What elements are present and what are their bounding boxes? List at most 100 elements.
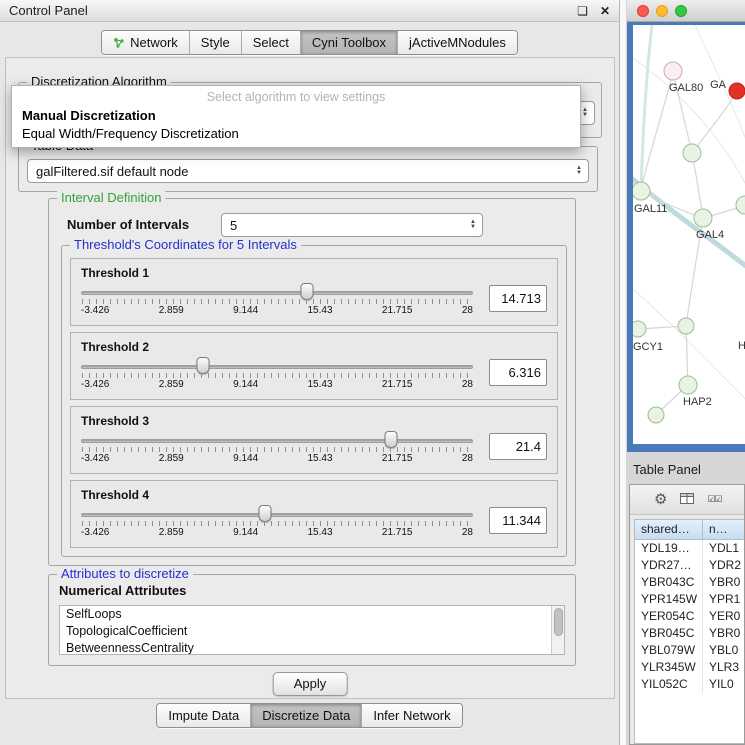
slider-ticks: [82, 299, 472, 304]
threshold-1-value-input[interactable]: [489, 285, 547, 312]
network-icon: [113, 37, 125, 49]
table-cell[interactable]: YPR145W: [635, 591, 703, 608]
threshold-label: Threshold 2: [71, 333, 557, 354]
scale-label: 2.859: [159, 527, 184, 538]
table-cell[interactable]: YBL079W: [635, 642, 703, 659]
scale-label: 2.859: [159, 305, 184, 316]
slider-track[interactable]: [81, 365, 473, 369]
table-cell[interactable]: YBR0: [703, 574, 744, 591]
tab-jactivemnodules[interactable]: jActiveMNodules: [398, 31, 517, 54]
tab-cyni-toolbox[interactable]: Cyni Toolbox: [301, 31, 398, 54]
numerical-attributes-label: Numerical Attributes: [59, 583, 186, 598]
network-node[interactable]: [694, 209, 712, 227]
table-row[interactable]: YDR27…YDR2: [635, 557, 744, 574]
float-window-icon[interactable]: ❏: [577, 4, 588, 18]
minimize-button[interactable]: [656, 5, 668, 17]
network-node[interactable]: [736, 196, 745, 214]
close-button[interactable]: [637, 5, 649, 17]
node-table: shared… n… YDL19…YDL1YDR27…YDR2YBR043CYB…: [634, 519, 744, 744]
tab-infer-network[interactable]: Infer Network: [362, 704, 461, 727]
threshold-4-slider[interactable]: -3.4262.8599.14415.4321.71528: [81, 505, 473, 541]
network-node[interactable]: [678, 318, 694, 334]
network-canvas[interactable]: GAL80GAGAL11GAL4GCY1HHAP2: [633, 25, 745, 444]
table-cell[interactable]: YBR045C: [635, 625, 703, 642]
table-cell[interactable]: YBR0: [703, 625, 744, 642]
threshold-2-value-input[interactable]: [489, 359, 547, 386]
network-node[interactable]: [648, 407, 664, 423]
slider-thumb[interactable]: [301, 283, 314, 300]
slider-thumb[interactable]: [258, 505, 271, 522]
slider-thumb[interactable]: [384, 431, 397, 448]
network-node[interactable]: [679, 376, 697, 394]
dropdown-option-equal-width-frequency[interactable]: Equal Width/Frequency Discretization: [12, 125, 580, 143]
dropdown-placeholder: Select algorithm to view settings: [12, 88, 580, 107]
list-item[interactable]: BetweennessCentrality: [60, 640, 564, 655]
tab-network[interactable]: Network: [102, 31, 190, 54]
threshold-1-slider[interactable]: -3.4262.8599.14415.4321.71528: [81, 283, 473, 319]
apply-button[interactable]: Apply: [273, 672, 348, 696]
table-cell[interactable]: YLR3: [703, 659, 744, 676]
top-tabbar: NetworkStyleSelectCyni ToolboxjActiveMNo…: [0, 30, 619, 55]
table-cell[interactable]: YBR043C: [635, 574, 703, 591]
tab-impute-data[interactable]: Impute Data: [157, 704, 251, 727]
table-row[interactable]: YDL19…YDL1: [635, 540, 744, 557]
network-node[interactable]: [729, 83, 745, 99]
table-cell[interactable]: YDR27…: [635, 557, 703, 574]
table-row[interactable]: YIL052CYIL0: [635, 676, 744, 693]
table-row[interactable]: YER054CYER0: [635, 608, 744, 625]
table-row[interactable]: YBR043CYBR0: [635, 574, 744, 591]
threshold-2-slider[interactable]: -3.4262.8599.14415.4321.71528: [81, 357, 473, 393]
table-data-combobox[interactable]: galFiltered.sif default node ▲▼: [27, 159, 589, 183]
node-label: GAL4: [696, 229, 724, 241]
table-cell[interactable]: YDL19…: [635, 540, 703, 557]
slider-track[interactable]: [81, 439, 473, 443]
threshold-4-value-input[interactable]: [489, 507, 547, 534]
zoom-button[interactable]: [675, 5, 687, 17]
table-cell[interactable]: YDR2: [703, 557, 744, 574]
node-label: GCY1: [633, 341, 663, 353]
table-cell[interactable]: YER054C: [635, 608, 703, 625]
list-scrollbar[interactable]: [551, 606, 564, 654]
close-icon[interactable]: ✕: [600, 4, 610, 18]
list-item[interactable]: TopologicalCoefficient: [60, 623, 564, 640]
table-cell[interactable]: YLR345W: [635, 659, 703, 676]
list-item[interactable]: SelfLoops: [60, 606, 564, 623]
columns-icon[interactable]: [680, 491, 694, 509]
tab-style[interactable]: Style: [190, 31, 242, 54]
tab-select[interactable]: Select: [242, 31, 301, 54]
combobox-stepper-icon: ▲▼: [574, 166, 584, 176]
network-node[interactable]: [633, 321, 646, 337]
table-cell[interactable]: YER0: [703, 608, 744, 625]
table-row[interactable]: YLR345WYLR3: [635, 659, 744, 676]
gear-icon[interactable]: ⚙: [654, 492, 667, 507]
table-row[interactable]: YBR045CYBR0: [635, 625, 744, 642]
table-row[interactable]: YBL079WYBL0: [635, 642, 744, 659]
table-cell[interactable]: YIL0: [703, 676, 744, 693]
column-header-name[interactable]: n…: [703, 520, 744, 539]
scale-label: 28: [462, 527, 473, 538]
threshold-3-slider[interactable]: -3.4262.8599.14415.4321.71528: [81, 431, 473, 467]
network-node[interactable]: [633, 182, 650, 200]
slider-track[interactable]: [81, 513, 473, 517]
table-cell[interactable]: YDL1: [703, 540, 744, 557]
threshold-3-value-input[interactable]: [489, 433, 547, 460]
table-cell[interactable]: YPR1: [703, 591, 744, 608]
network-node[interactable]: [664, 62, 682, 80]
dropdown-option-manual-discretization[interactable]: Manual Discretization: [12, 107, 580, 125]
table-cell[interactable]: YIL052C: [635, 676, 703, 693]
scale-label: 21.715: [382, 379, 413, 390]
number-of-intervals-combobox[interactable]: 5 ▲▼: [221, 213, 483, 237]
network-node[interactable]: [683, 144, 701, 162]
scrollbar-thumb[interactable]: [554, 608, 563, 636]
slider-thumb[interactable]: [196, 357, 209, 374]
table-row[interactable]: YPR145WYPR1: [635, 591, 744, 608]
node-label: GAL80: [669, 82, 703, 94]
tab-discretize-data[interactable]: Discretize Data: [251, 704, 362, 727]
table-cell[interactable]: YBL0: [703, 642, 744, 659]
column-header-shared-name[interactable]: shared…: [635, 520, 703, 539]
scale-label: 9.144: [233, 305, 258, 316]
table-data-value: galFiltered.sif default node: [36, 164, 574, 179]
numerical-attributes-list[interactable]: SelfLoopsTopologicalCoefficientBetweenne…: [59, 605, 565, 655]
slider-track[interactable]: [81, 291, 473, 295]
select-columns-icon[interactable]: ☑☑: [707, 494, 721, 505]
